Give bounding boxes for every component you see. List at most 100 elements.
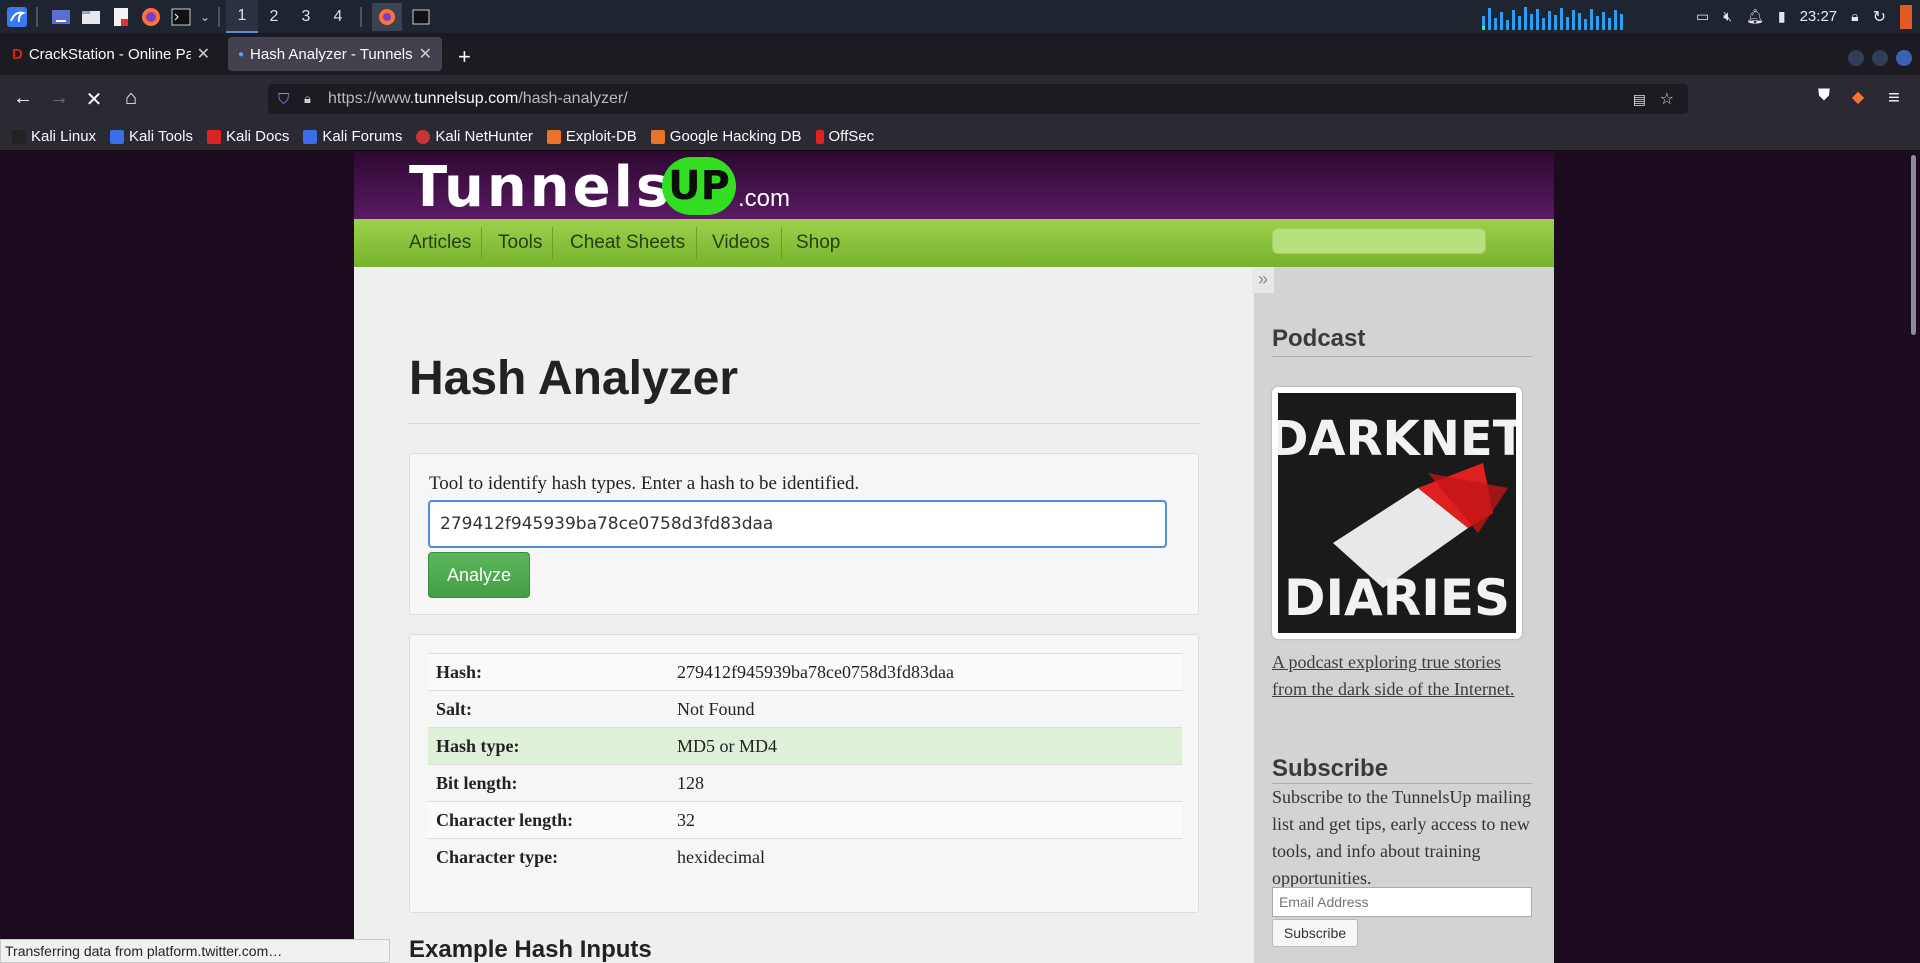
menu-divider [781, 227, 782, 259]
workspace-4[interactable]: 4 [322, 0, 354, 33]
close-icon[interactable]: ✕ [419, 44, 432, 64]
url-bar[interactable]: ⛉ 🔒︎ https://www.tunnelsup.com/hash-anal… [268, 84, 1688, 114]
sidebar-divider [1272, 356, 1532, 357]
lock-icon[interactable]: 🔒︎ [304, 91, 311, 107]
show-desktop-icon[interactable] [48, 4, 74, 30]
refresh-icon[interactable]: ↻ [1873, 7, 1886, 27]
text-editor-icon[interactable] [108, 4, 134, 30]
battery-icon[interactable]: ▮ [1778, 8, 1786, 25]
result-value: 32 [669, 801, 1182, 839]
shield-icon[interactable]: ⛉ [278, 91, 289, 108]
result-label: Salt: [428, 690, 669, 728]
tab-title: Hash Analyzer - TunnelsU [250, 45, 413, 63]
table-row: Character type: hexidecimal [428, 838, 1182, 876]
extension-fox-icon[interactable]: ◆ [1846, 87, 1870, 107]
back-button[interactable]: ← [11, 87, 35, 110]
logo-tld[interactable]: .com [738, 185, 790, 213]
app-menu-icon[interactable]: ≡ [1882, 87, 1906, 110]
minimize-button[interactable] [1848, 50, 1864, 66]
terminal-launcher-icon[interactable] [168, 4, 194, 30]
firefox-window-button[interactable] [372, 2, 402, 31]
bookmark-star-icon[interactable]: ☆ [1660, 89, 1674, 109]
new-tab-button[interactable]: + [458, 44, 471, 70]
darknet-diaries-logo: DARKNET DIARIES [1278, 393, 1516, 633]
home-button[interactable]: ⌂ [119, 87, 143, 110]
file-manager-icon[interactable] [78, 4, 104, 30]
podcast-link[interactable]: A podcast exploring true stories from th… [1272, 649, 1532, 703]
cpu-monitor-graph [1480, 4, 1624, 30]
close-icon[interactable]: ✕ [197, 44, 210, 64]
bookmark-kali-tools[interactable]: Kali Tools [110, 128, 193, 145]
bookmark-kali-linux[interactable]: Kali Linux [12, 128, 96, 145]
kali-tools-icon [110, 129, 125, 144]
site-logo[interactable]: Tunnels [409, 155, 672, 220]
menu-videos[interactable]: Videos [712, 232, 770, 254]
notification-bell-icon[interactable]: 🔔︎ [1746, 8, 1764, 25]
table-row: Hash type: MD5 or MD4 [428, 727, 1182, 765]
mute-icon[interactable]: 🔇︎ [1723, 8, 1732, 25]
bookmark-kali-docs[interactable]: Kali Docs [206, 128, 289, 145]
subscribe-heading: Subscribe [1272, 755, 1389, 782]
menu-tools[interactable]: Tools [498, 232, 542, 254]
terminal-window-button[interactable] [406, 4, 436, 30]
scrollbar-thumb[interactable] [1911, 155, 1916, 335]
table-row: Bit length: 128 [428, 764, 1182, 802]
sidebar-toggle-button[interactable]: » [1252, 267, 1274, 293]
pocket-icon[interactable]: ⛊ [1812, 87, 1836, 105]
chevron-down-icon[interactable]: ⌄ [198, 4, 212, 30]
menu-shop[interactable]: Shop [796, 232, 840, 254]
bookmarks-toolbar: Kali Linux Kali Tools Kali Docs Kali For… [0, 123, 1920, 151]
workspace-1[interactable]: 1 [226, 0, 258, 33]
result-value: Not Found [669, 690, 1182, 728]
table-row: Character length: 32 [428, 801, 1182, 839]
clock[interactable]: 23:27 [1800, 8, 1838, 25]
result-value: 279412f945939ba78ce0758d3fd83daa [669, 653, 1182, 691]
stop-loading-button[interactable]: ✕ [82, 87, 106, 112]
bookmark-kali-forums[interactable]: Kali Forums [303, 128, 402, 145]
logo-up-badge[interactable]: UP [662, 157, 736, 215]
workspace-3[interactable]: 3 [290, 0, 322, 33]
workspace-2[interactable]: 2 [258, 0, 290, 33]
table-row: Hash: 279412f945939ba78ce0758d3fd83daa [428, 653, 1182, 691]
subscribe-description: Subscribe to the TunnelsUp mailing list … [1272, 787, 1532, 888]
close-window-button[interactable] [1896, 50, 1912, 66]
analyze-button[interactable]: Analyze [428, 552, 530, 598]
examples-heading: Example Hash Inputs [409, 936, 652, 963]
menu-cheat-sheets[interactable]: Cheat Sheets [570, 232, 685, 254]
tab-hash-analyzer[interactable]: ● Hash Analyzer - TunnelsU ✕ [228, 37, 442, 71]
subscribe-button[interactable]: Subscribe [1272, 919, 1358, 947]
result-value: MD5 or MD4 [669, 727, 1182, 765]
page-scrollbar[interactable] [1908, 151, 1920, 963]
kali-menu-icon[interactable] [4, 4, 30, 30]
hash-input[interactable] [428, 500, 1167, 548]
system-taskbar: ⌄ 1 2 3 4 ▭ 🔇︎ 🔔︎ ▮ 23:27 🔒︎ ↻ [0, 0, 1920, 33]
lock-icon[interactable]: 🔒︎ [1851, 8, 1858, 25]
table-row: Salt: Not Found [428, 690, 1182, 728]
loading-dot-icon: ● [238, 48, 245, 60]
page-title: Hash Analyzer [409, 352, 739, 405]
menu-divider [552, 227, 553, 259]
forward-button[interactable]: → [47, 87, 71, 110]
status-bar: Transferring data from platform.twitter.… [0, 939, 390, 963]
maximize-button[interactable] [1872, 50, 1888, 66]
email-field[interactable] [1272, 887, 1532, 917]
podcast-cover-image[interactable]: DARKNET DIARIES [1272, 387, 1522, 639]
bookmark-google-hacking-db[interactable]: Google Hacking DB [650, 128, 802, 145]
page-viewport: Tunnels UP .com Articles Tools Cheat She… [0, 151, 1920, 963]
taskbar-separator [360, 6, 362, 27]
bookmark-exploit-db[interactable]: Exploit-DB [546, 128, 637, 145]
firefox-launcher-icon[interactable] [138, 4, 164, 30]
site-search-input[interactable] [1272, 228, 1486, 254]
url-text[interactable]: https://www.tunnelsup.com/hash-analyzer/ [328, 90, 628, 108]
navigation-toolbar: ← → ✕ ⌂ ⛉ 🔒︎ https://www.tunnelsup.com/h… [0, 75, 1920, 123]
reader-view-icon[interactable]: ▤ [1633, 91, 1646, 108]
display-icon[interactable]: ▭ [1696, 8, 1709, 25]
taskbar-separator [218, 6, 220, 27]
kali-forums-icon [303, 129, 318, 144]
result-label: Character length: [428, 801, 669, 839]
power-icon[interactable] [1900, 4, 1912, 29]
tab-crackstation[interactable]: D CrackStation - Online Pas ✕ [2, 37, 220, 71]
menu-articles[interactable]: Articles [409, 232, 471, 254]
bookmark-kali-nethunter[interactable]: Kali NetHunter [416, 128, 533, 145]
bookmark-offsec[interactable]: OffSec [815, 128, 874, 145]
